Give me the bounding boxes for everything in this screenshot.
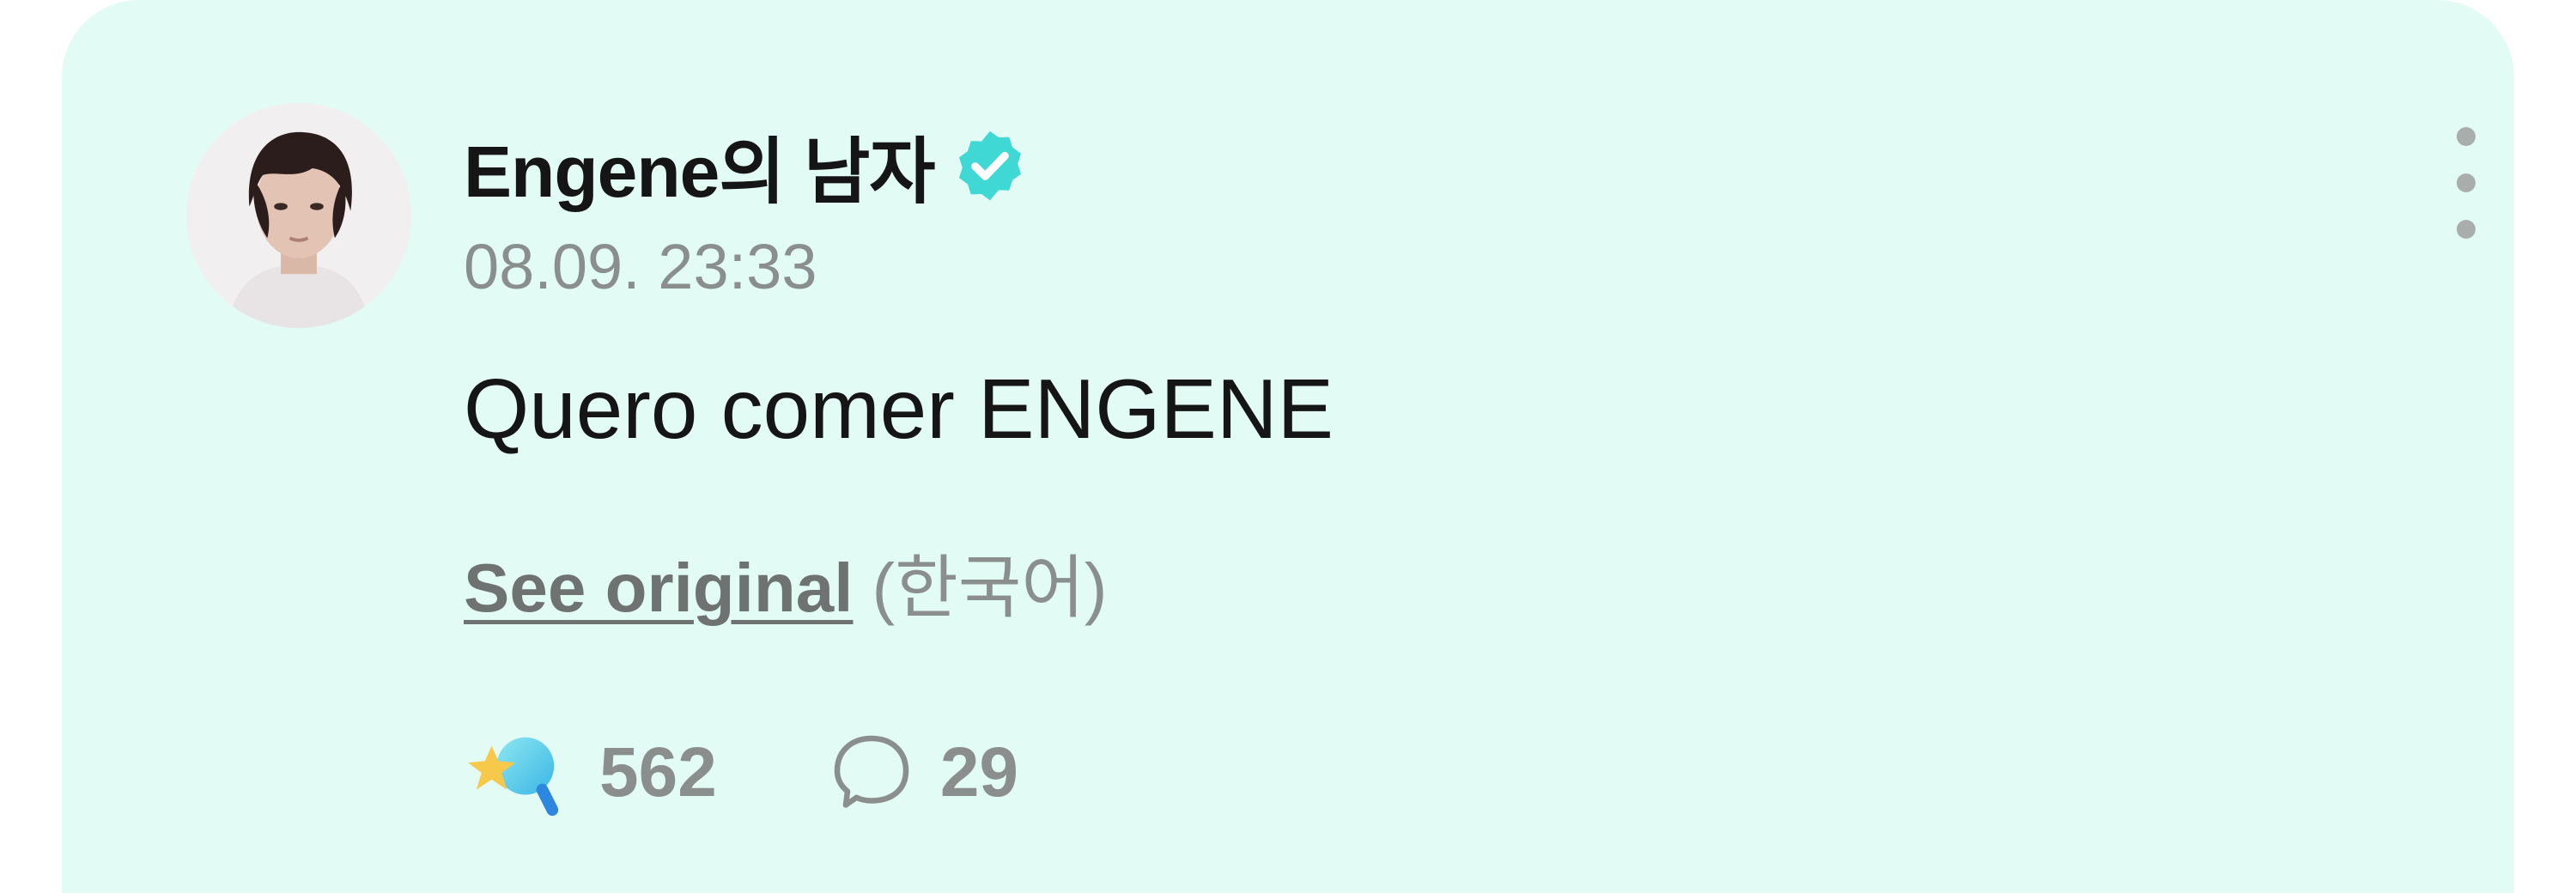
translation-row: See original (한국어) (464, 532, 1108, 632)
post-card: Engene의 남자 08.09. 23:33 Quero comer ENGE… (62, 0, 2514, 893)
comment-button[interactable]: 29 (829, 730, 1018, 816)
post-actions: 562 29 (464, 726, 1018, 820)
more-dot (2457, 173, 2476, 192)
avatar[interactable] (186, 103, 411, 328)
post-text: Quero comer ENGENE (464, 361, 1334, 456)
star-reaction-icon (468, 737, 559, 817)
author-row: Engene의 남자 (464, 118, 1030, 213)
reaction-count: 562 (599, 733, 717, 811)
more-dot (2457, 220, 2476, 239)
reaction-button[interactable]: 562 (464, 726, 717, 820)
author-name[interactable]: Engene의 남자 (464, 114, 936, 218)
post-timestamp: 08.09. 23:33 (464, 231, 817, 302)
verified-badge-icon (951, 126, 1030, 205)
more-vertical-icon (2457, 127, 2476, 146)
see-original-link[interactable]: See original (464, 550, 853, 626)
avatar-image (186, 103, 411, 328)
comment-count: 29 (939, 733, 1019, 811)
original-language-label: (한국어) (872, 550, 1108, 626)
speech-bubble-icon (834, 735, 909, 808)
more-options-button[interactable] (2432, 127, 2500, 239)
